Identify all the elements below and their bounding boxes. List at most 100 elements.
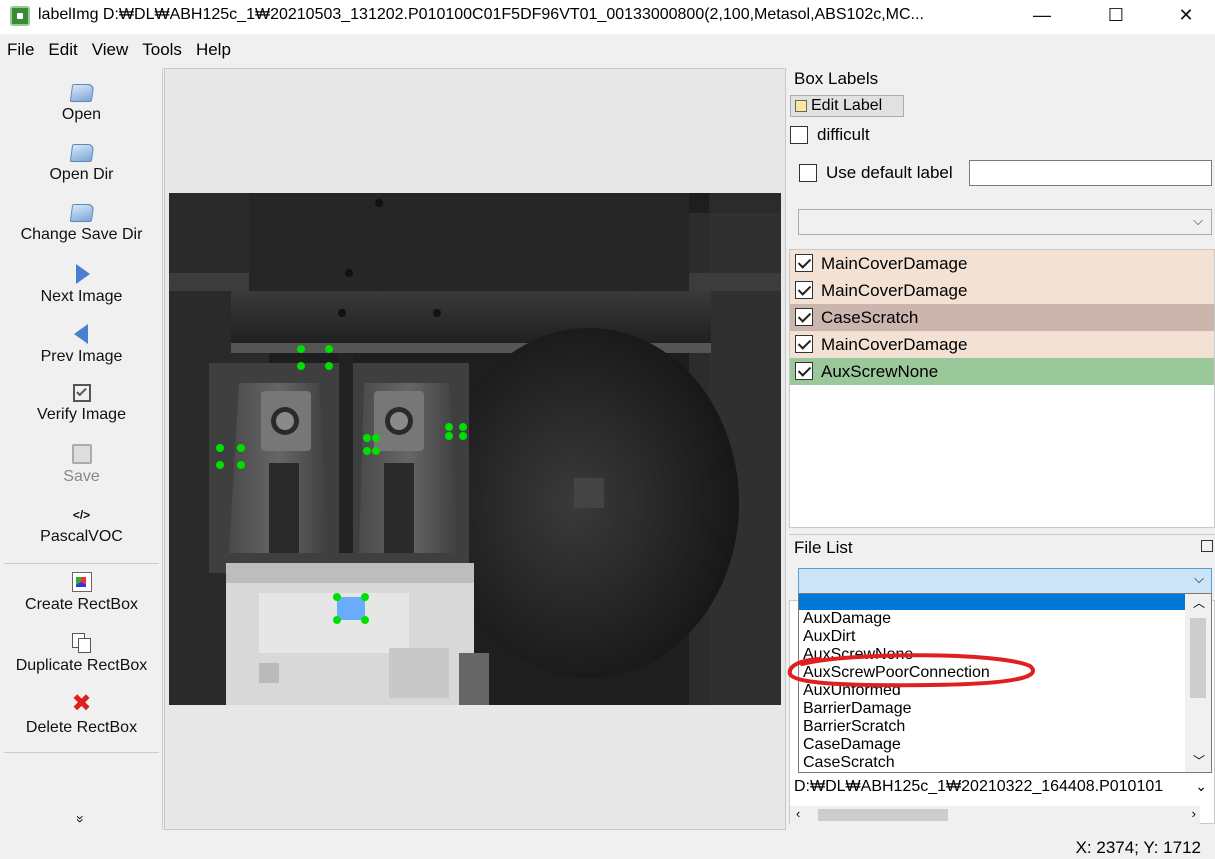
dropdown-option[interactable]: CaseDamage: [799, 736, 1211, 754]
scroll-up-icon[interactable]: ︿: [1193, 594, 1205, 611]
cursor-coordinates: X: 2374; Y: 1712: [1075, 838, 1201, 857]
label-list[interactable]: MainCoverDamage MainCoverDamage CaseScra…: [789, 249, 1215, 528]
menu-view[interactable]: View: [85, 40, 136, 66]
right-panel: Box Labels Edit Label difficult Use defa…: [789, 68, 1215, 824]
red-annotation-ellipse: [787, 653, 1036, 688]
dropdown-option[interactable]: AuxDamage: [799, 610, 1211, 628]
toolbar: Open Open Dir Change Save Dir Next Image…: [0, 68, 163, 830]
horizontal-scrollbar[interactable]: ‹ ›: [790, 806, 1200, 824]
label-combo[interactable]: ⌵: [798, 209, 1212, 235]
format-label: PascalVOC: [40, 528, 123, 545]
menu-tools[interactable]: Tools: [135, 40, 189, 66]
create-rectbox-button[interactable]: Create RectBox: [0, 572, 163, 614]
scroll-down-icon[interactable]: ⌄: [1195, 778, 1207, 795]
chevron-down-icon: ⌵: [1193, 213, 1203, 228]
save-label: Save: [63, 468, 100, 485]
prev-image-button[interactable]: Prev Image: [0, 324, 163, 366]
default-label-input[interactable]: [969, 160, 1212, 186]
save-button[interactable]: Save: [0, 444, 163, 486]
pencil-icon: [795, 100, 807, 112]
label-text: MainCoverDamage: [821, 335, 968, 354]
menu-edit[interactable]: Edit: [41, 40, 84, 66]
selected-rectbox: [337, 597, 365, 620]
duplicate-icon: [71, 633, 92, 653]
menu-help[interactable]: Help: [189, 40, 238, 66]
label-row[interactable]: MainCoverDamage: [790, 277, 1214, 304]
close-button[interactable]: ✕: [1163, 0, 1209, 30]
toolbar-divider: [4, 752, 159, 753]
arrow-right-icon: [72, 264, 92, 284]
duplicate-rectbox-button[interactable]: Duplicate RectBox: [0, 633, 163, 675]
window-title: labelImg D:₩DL₩ABH125c_1₩20210503_131202…: [38, 6, 924, 23]
delete-rectbox-label: Delete RectBox: [25, 719, 138, 736]
folder-open-icon: [69, 204, 94, 222]
folder-open-icon: [69, 144, 94, 162]
verify-image-label: Verify Image: [37, 406, 126, 423]
dropdown-option[interactable]: BarrierScratch: [799, 718, 1211, 736]
difficult-checkbox[interactable]: [790, 126, 808, 144]
title-bar: labelImg D:₩DL₩ABH125c_1₩20210503_131202…: [0, 0, 1215, 34]
label-checkbox[interactable]: [795, 254, 813, 272]
verify-image-button[interactable]: Verify Image: [0, 384, 163, 424]
open-dir-button[interactable]: Open Dir: [0, 144, 163, 184]
file-list-title: File List: [789, 534, 1215, 560]
use-default-label-checkbox[interactable]: [799, 164, 817, 182]
create-rectbox-icon: [71, 572, 92, 592]
scroll-right-icon[interactable]: ›: [1192, 806, 1196, 821]
delete-rectbox-button[interactable]: ✖ Delete RectBox: [0, 690, 163, 737]
label-row[interactable]: MainCoverDamage: [790, 331, 1214, 358]
format-button[interactable]: </> PascalVOC: [0, 508, 163, 546]
label-row[interactable]: AuxScrewNone: [790, 358, 1214, 385]
open-dir-label: Open Dir: [49, 166, 114, 183]
edit-label-button[interactable]: Edit Label: [790, 95, 904, 117]
photo-drawing: [169, 193, 781, 705]
label-text: MainCoverDamage: [821, 281, 968, 300]
delete-x-icon: ✖: [71, 690, 92, 717]
verify-check-icon: [72, 384, 91, 402]
status-bar: X: 2374; Y: 1712: [0, 834, 1215, 859]
duplicate-rectbox-label: Duplicate RectBox: [15, 657, 148, 674]
label-text: CaseScratch: [821, 308, 919, 327]
minimize-button[interactable]: —: [1019, 0, 1065, 30]
float-dock-icon[interactable]: [1201, 540, 1213, 552]
dropdown-option[interactable]: CaseScratch: [799, 754, 1211, 772]
use-default-label-label: Use default label: [826, 163, 953, 182]
label-row[interactable]: CaseScratch: [790, 304, 1214, 331]
scroll-left-icon[interactable]: ‹: [796, 806, 800, 821]
difficult-label: difficult: [817, 125, 870, 144]
app-icon: [10, 6, 30, 26]
box-labels-title: Box Labels: [794, 69, 879, 88]
arrow-left-icon: [72, 324, 92, 344]
menu-bar: File Edit View Tools Help: [0, 40, 238, 66]
dropdown-scrollbar[interactable]: ︿ ﹀: [1185, 594, 1211, 772]
chevron-down-icon: ⌵: [1194, 571, 1204, 586]
scroll-down-icon[interactable]: ﹀: [1193, 752, 1205, 769]
change-save-dir-label: Change Save Dir: [20, 226, 143, 243]
dropdown-option[interactable]: BarrierDamage: [799, 700, 1211, 718]
open-button[interactable]: Open: [0, 84, 163, 124]
dropdown-selected-row[interactable]: [799, 594, 1211, 610]
code-format-icon: </>: [72, 508, 91, 522]
create-rectbox-label: Create RectBox: [25, 596, 138, 613]
label-checkbox[interactable]: [795, 308, 813, 326]
toolbar-divider: [4, 563, 159, 564]
label-checkbox[interactable]: [795, 281, 813, 299]
change-save-dir-button[interactable]: Change Save Dir: [0, 204, 163, 244]
toolbar-expand-icon[interactable]: »: [73, 809, 89, 829]
label-row[interactable]: MainCoverDamage: [790, 250, 1214, 277]
file-list-combo[interactable]: [798, 568, 1212, 594]
label-text: MainCoverDamage: [821, 254, 968, 273]
save-icon: [71, 444, 92, 464]
maximize-button[interactable]: ☐: [1093, 0, 1139, 30]
scrollbar-thumb[interactable]: [818, 809, 948, 821]
label-checkbox[interactable]: [795, 335, 813, 353]
dropdown-scroll-thumb[interactable]: [1190, 618, 1206, 698]
edit-label-text: Edit Label: [811, 97, 883, 114]
next-image-button[interactable]: Next Image: [0, 264, 163, 306]
next-image-label: Next Image: [40, 288, 123, 305]
file-list-item[interactable]: D:₩DL₩ABH125c_1₩20210322_164408.P010101: [794, 778, 1184, 796]
label-checkbox[interactable]: [795, 362, 813, 380]
dropdown-option[interactable]: AuxDirt: [799, 628, 1211, 646]
inspection-image: [169, 193, 781, 705]
menu-file[interactable]: File: [0, 40, 41, 66]
